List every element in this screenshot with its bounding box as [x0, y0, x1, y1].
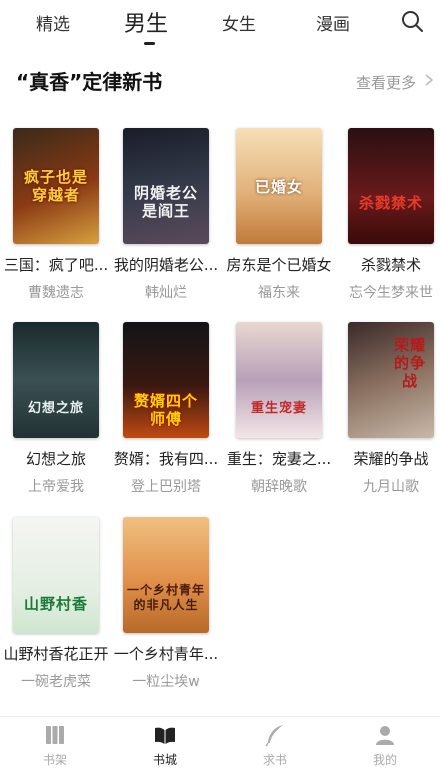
- section-title: “真香”定律新书: [16, 70, 163, 94]
- bottom-nav: 书架 书城 求书 我的: [0, 716, 440, 771]
- cover-text: 荣耀的争战: [393, 336, 426, 390]
- cover-text: 山野村香: [23, 595, 88, 613]
- feather-icon: [265, 725, 283, 747]
- book-title[interactable]: 幻想之旅: [0, 448, 112, 468]
- see-more-link[interactable]: 查看更多: [356, 72, 416, 93]
- nav-label: 书城: [152, 753, 177, 767]
- book-item[interactable]: 重生宠妻 重生：宠妻之... 朝辞晚歌: [223, 322, 335, 496]
- nav-request-book[interactable]: 求书: [220, 717, 330, 771]
- book-cover[interactable]: 赘婿四个师傅: [123, 322, 209, 438]
- book-item[interactable]: 山野村香 山野村香花正开 一碗老虎菜: [0, 517, 112, 691]
- book-author: 一碗老虎菜: [21, 674, 91, 690]
- cover-text: 赘婿四个师傅: [133, 392, 198, 428]
- book-author: 韩灿烂: [145, 285, 187, 301]
- active-tab-indicator: [144, 42, 155, 45]
- book-item[interactable]: 阴婚老公是阎王 我的阴婚老公... 韩灿烂: [110, 128, 222, 302]
- book-cover[interactable]: 杀戮禁术: [348, 128, 434, 244]
- book-cover[interactable]: 幻想之旅: [13, 322, 99, 438]
- book-title[interactable]: 山野村香花正开: [0, 643, 112, 663]
- person-icon: [376, 726, 394, 745]
- tab-female[interactable]: 女生: [222, 10, 256, 35]
- nav-label: 书架: [42, 753, 67, 767]
- book-item[interactable]: 荣耀的争战 荣耀的争战 九月山歌: [335, 322, 440, 496]
- top-nav: 精选 男生 女生 漫画: [0, 0, 440, 45]
- book-item[interactable]: 一个乡村青年的非凡人生 一个乡村青年... 一粒尘埃w: [110, 517, 222, 691]
- book-title[interactable]: 房东是个已婚女: [223, 254, 335, 274]
- book-item[interactable]: 幻想之旅 幻想之旅 上帝爱我: [0, 322, 112, 496]
- book-author: 曹魏遗志: [28, 285, 84, 301]
- book-author: 忘今生梦来世: [349, 285, 433, 301]
- nav-profile[interactable]: 我的: [330, 717, 440, 771]
- open-book-icon: [155, 727, 175, 744]
- chevron-right-icon[interactable]: [425, 74, 433, 86]
- book-item[interactable]: 杀戮禁术 杀戮禁术 忘今生梦来世: [335, 128, 440, 302]
- book-cover[interactable]: 重生宠妻: [236, 322, 322, 438]
- nav-label: 我的: [372, 753, 397, 767]
- book-author: 福东来: [258, 285, 300, 301]
- tab-comics[interactable]: 漫画: [316, 10, 350, 35]
- bookshelf-icon: [46, 726, 64, 744]
- book-cover[interactable]: 已婚女: [236, 128, 322, 244]
- book-item[interactable]: 已婚女 房东是个已婚女 福东来: [223, 128, 335, 302]
- book-cover[interactable]: 荣耀的争战: [348, 322, 434, 438]
- book-author: 九月山歌: [363, 479, 419, 495]
- book-title[interactable]: 杀戮禁术: [335, 254, 440, 274]
- cover-text: 杀戮禁术: [358, 194, 423, 212]
- nav-label: 求书: [262, 753, 287, 767]
- book-title[interactable]: 荣耀的争战: [335, 448, 440, 468]
- tab-male[interactable]: 男生: [124, 6, 168, 38]
- book-title[interactable]: 一个乡村青年...: [110, 643, 222, 663]
- book-title[interactable]: 我的阴婚老公...: [110, 254, 222, 274]
- book-cover[interactable]: 一个乡村青年的非凡人生: [123, 517, 209, 633]
- book-item[interactable]: 疯子也是穿越者 三国：疯了吧... 曹魏遗志: [0, 128, 112, 302]
- book-title[interactable]: 三国：疯了吧...: [0, 254, 112, 274]
- search-icon[interactable]: [401, 10, 423, 32]
- cover-text: 重生宠妻: [250, 401, 307, 416]
- nav-bookstore[interactable]: 书城: [110, 717, 220, 771]
- book-author: 朝辞晚歌: [251, 479, 307, 495]
- book-title[interactable]: 赘婿：我有四...: [110, 448, 222, 468]
- book-cover[interactable]: 山野村香: [13, 517, 99, 633]
- cover-text: 已婚女: [254, 178, 303, 196]
- book-item[interactable]: 赘婿四个师傅 赘婿：我有四... 登上巴别塔: [110, 322, 222, 496]
- cover-text: 阴婚老公是阎王: [133, 184, 198, 220]
- cover-text: 一个乡村青年的非凡人生: [127, 583, 206, 612]
- book-title[interactable]: 重生：宠妻之...: [223, 448, 335, 468]
- cover-text: 疯子也是穿越者: [23, 168, 88, 204]
- book-author: 上帝爱我: [28, 479, 84, 495]
- book-author: 一粒尘埃w: [132, 674, 200, 690]
- nav-bookshelf[interactable]: 书架: [0, 717, 110, 771]
- book-author: 登上巴别塔: [131, 479, 201, 495]
- tab-featured[interactable]: 精选: [36, 10, 70, 35]
- cover-text: 幻想之旅: [27, 401, 84, 416]
- book-cover[interactable]: 疯子也是穿越者: [13, 128, 99, 244]
- book-cover[interactable]: 阴婚老公是阎王: [123, 128, 209, 244]
